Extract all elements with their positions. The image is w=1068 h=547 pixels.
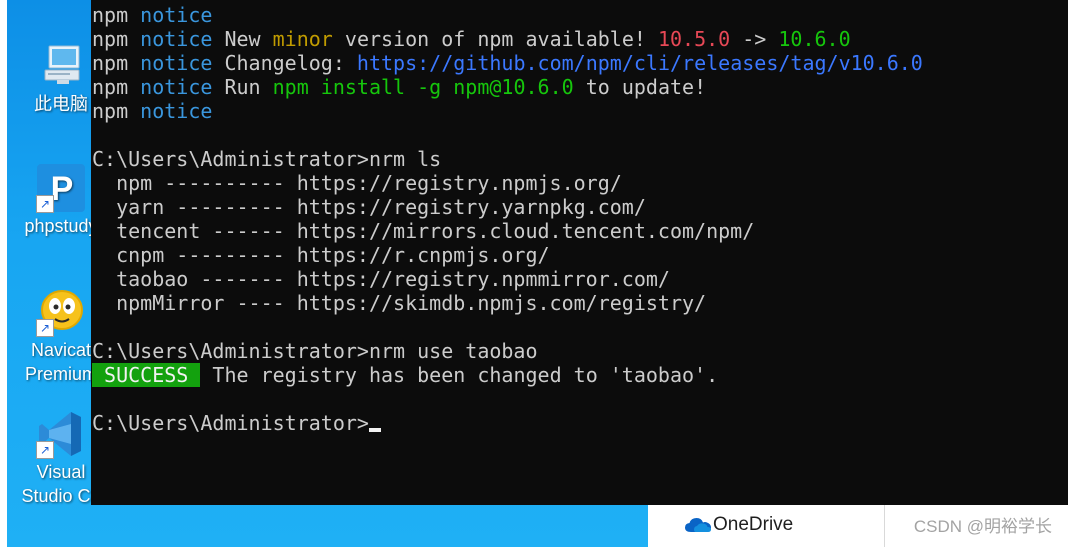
onedrive-label: OneDrive bbox=[713, 514, 794, 535]
terminal-line: npm notice New minor version of npm avai… bbox=[92, 27, 923, 51]
terminal-text: C:\Users\Administrator> bbox=[92, 411, 369, 435]
window-edge bbox=[0, 0, 7, 547]
onedrive-button[interactable]: OneDrive bbox=[648, 505, 884, 547]
success-badge: SUCCESS bbox=[92, 363, 201, 387]
terminal-line: npm notice bbox=[92, 99, 923, 123]
terminal-text: 10.5.0 bbox=[657, 27, 731, 51]
terminal-line: npm notice bbox=[92, 3, 923, 27]
terminal-line: C:\Users\Administrator>nrm ls bbox=[92, 147, 923, 171]
taskbar-tray: OneDrive CSDN @明裕学长 bbox=[648, 505, 1068, 547]
terminal-output: npm notice npm notice New minor version o… bbox=[92, 3, 923, 435]
terminal-text: npm bbox=[92, 75, 141, 99]
terminal-text: C:\Users\Administrator>nrm use taobao bbox=[92, 339, 538, 363]
vscode-icon: ↗ bbox=[35, 408, 87, 460]
terminal-line: C:\Users\Administrator>nrm use taobao bbox=[92, 339, 923, 363]
terminal-text: Run bbox=[212, 75, 273, 99]
terminal-text: notice bbox=[140, 27, 213, 51]
terminal-line: yarn --------- https://registry.yarnpkg.… bbox=[92, 195, 923, 219]
terminal-text: tencent ------ https://mirrors.cloud.ten… bbox=[92, 219, 755, 243]
terminal-line: taobao ------- https://registry.npmmirro… bbox=[92, 267, 923, 291]
computer-icon bbox=[35, 40, 87, 92]
terminal-line: C:\Users\Administrator> bbox=[92, 411, 923, 435]
divider bbox=[884, 505, 885, 547]
terminal-text: taobao ------- https://registry.npmmirro… bbox=[92, 267, 670, 291]
terminal-text: yarn --------- https://registry.yarnpkg.… bbox=[92, 195, 646, 219]
terminal-text: 10.6.0 bbox=[778, 27, 851, 51]
terminal-text: npm bbox=[92, 27, 141, 51]
terminal-text: The registry has been changed to 'taobao… bbox=[200, 363, 719, 387]
csdn-watermark: CSDN @明裕学长 bbox=[913, 517, 1052, 536]
phpstudy-icon: P ↗ bbox=[35, 162, 87, 214]
terminal-text: Changelog: bbox=[212, 51, 357, 75]
terminal-line: tencent ------ https://mirrors.cloud.ten… bbox=[92, 219, 923, 243]
terminal-text: notice bbox=[140, 75, 213, 99]
terminal-text: notice bbox=[140, 3, 213, 27]
terminal-text: version of npm available! bbox=[332, 27, 658, 51]
terminal-text: cnpm --------- https://r.cnpmjs.org/ bbox=[92, 243, 550, 267]
terminal-text: npm bbox=[92, 99, 141, 123]
navicat-icon: ↗ bbox=[35, 286, 87, 338]
terminal-text: New bbox=[212, 27, 273, 51]
terminal-text: minor bbox=[272, 27, 333, 51]
terminal-text: npm bbox=[92, 51, 141, 75]
terminal-line: npmMirror ---- https://skimdb.npmjs.com/… bbox=[92, 291, 923, 315]
terminal-text: npm install -g npm@10.6.0 bbox=[272, 75, 574, 99]
terminal-line: npm notice Run npm install -g npm@10.6.0… bbox=[92, 75, 923, 99]
shortcut-arrow-icon: ↗ bbox=[36, 319, 54, 337]
terminal-line: cnpm --------- https://r.cnpmjs.org/ bbox=[92, 243, 923, 267]
shortcut-arrow-icon: ↗ bbox=[36, 195, 54, 213]
terminal-text: npm bbox=[92, 3, 141, 27]
onedrive-cloud-icon bbox=[685, 518, 711, 532]
terminal-text: npmMirror ---- https://skimdb.npmjs.com/… bbox=[92, 291, 707, 315]
terminal-window[interactable]: npm notice npm notice New minor version o… bbox=[91, 0, 1068, 505]
terminal-text: notice bbox=[140, 51, 213, 75]
text-cursor bbox=[368, 428, 381, 432]
svg-text:P: P bbox=[51, 170, 74, 208]
terminal-line: SUCCESS The registry has been changed to… bbox=[92, 363, 923, 387]
terminal-text: https://github.com/npm/cli/releases/tag/… bbox=[356, 51, 923, 75]
shortcut-arrow-icon: ↗ bbox=[36, 441, 54, 459]
terminal-text: notice bbox=[140, 99, 213, 123]
terminal-text: npm ---------- https://registry.npmjs.or… bbox=[92, 171, 622, 195]
terminal-line: npm notice Changelog: https://github.com… bbox=[92, 51, 923, 75]
terminal-text: -> bbox=[730, 27, 779, 51]
terminal-text: to update! bbox=[573, 75, 707, 99]
terminal-text: C:\Users\Administrator>nrm ls bbox=[92, 147, 442, 171]
terminal-line: npm ---------- https://registry.npmjs.or… bbox=[92, 171, 923, 195]
